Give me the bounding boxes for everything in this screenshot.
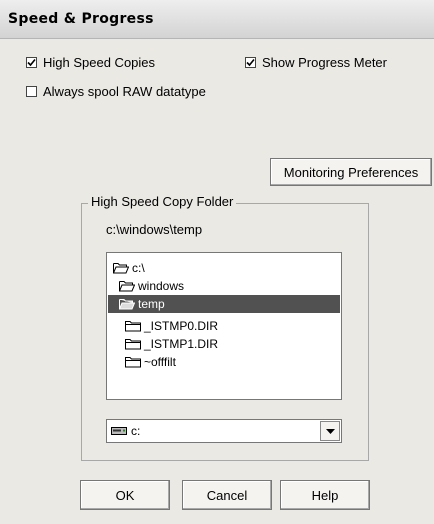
- tree-item-windows[interactable]: windows: [119, 277, 184, 295]
- ok-button[interactable]: OK: [80, 480, 170, 510]
- checkmark-icon: [27, 58, 36, 67]
- dropdown-button[interactable]: [320, 421, 340, 441]
- tree-item-label: windows: [138, 279, 185, 293]
- show-progress-meter-label: Show Progress Meter: [262, 55, 387, 70]
- checkbox-box[interactable]: [245, 57, 256, 68]
- drive-icon: [111, 427, 127, 435]
- monitoring-preferences-button[interactable]: Monitoring Preferences: [270, 158, 432, 186]
- drive-select[interactable]: c:: [106, 419, 342, 443]
- high-speed-copies-checkbox[interactable]: High Speed Copies: [26, 55, 155, 70]
- folder-icon: [125, 357, 141, 368]
- chevron-down-icon: [325, 428, 335, 434]
- help-button[interactable]: Help: [280, 480, 370, 510]
- drive-select-value: c:: [131, 424, 141, 438]
- dialog-title: Speed & Progress: [8, 11, 154, 27]
- checkmark-icon: [246, 58, 255, 67]
- folder-tree[interactable]: c:\ windows temp _ISTMP0.DIR _ISTMP1.DIR…: [106, 252, 342, 400]
- tree-item-c-root[interactable]: c:\: [113, 259, 145, 277]
- always-spool-raw-label: Always spool RAW datatype: [43, 84, 206, 99]
- open-folder-icon: [113, 263, 129, 274]
- open-folder-icon: [119, 281, 135, 292]
- current-folder-path: c:\windows\temp: [106, 222, 203, 237]
- tree-item-istmp1[interactable]: _ISTMP1.DIR: [125, 335, 218, 353]
- tree-item-label: temp: [138, 297, 165, 311]
- title-bar[interactable]: Speed & Progress: [0, 0, 434, 39]
- always-spool-raw-checkbox[interactable]: Always spool RAW datatype: [26, 84, 206, 99]
- checkbox-box[interactable]: [26, 86, 37, 97]
- high-speed-copies-label: High Speed Copies: [43, 55, 156, 70]
- tree-item-label: _ISTMP1.DIR: [144, 337, 219, 351]
- tree-item-label: _ISTMP0.DIR: [144, 319, 219, 333]
- show-progress-meter-checkbox[interactable]: Show Progress Meter: [245, 55, 387, 70]
- group-legend: High Speed Copy Folder: [88, 194, 237, 209]
- cancel-button[interactable]: Cancel: [182, 480, 272, 510]
- tree-item-offfilt[interactable]: ~offfilt: [125, 353, 176, 371]
- speed-progress-dialog: Speed & Progress High Speed Copies Show …: [0, 0, 434, 524]
- folder-icon: [125, 339, 141, 350]
- tree-item-temp-selected[interactable]: temp: [108, 295, 340, 313]
- tree-item-label: c:\: [132, 261, 145, 275]
- tree-item-istmp0[interactable]: _ISTMP0.DIR: [125, 317, 218, 335]
- checkbox-box[interactable]: [26, 57, 37, 68]
- open-folder-icon: [119, 299, 135, 310]
- tree-item-label: ~offfilt: [144, 355, 176, 369]
- folder-icon: [125, 321, 141, 332]
